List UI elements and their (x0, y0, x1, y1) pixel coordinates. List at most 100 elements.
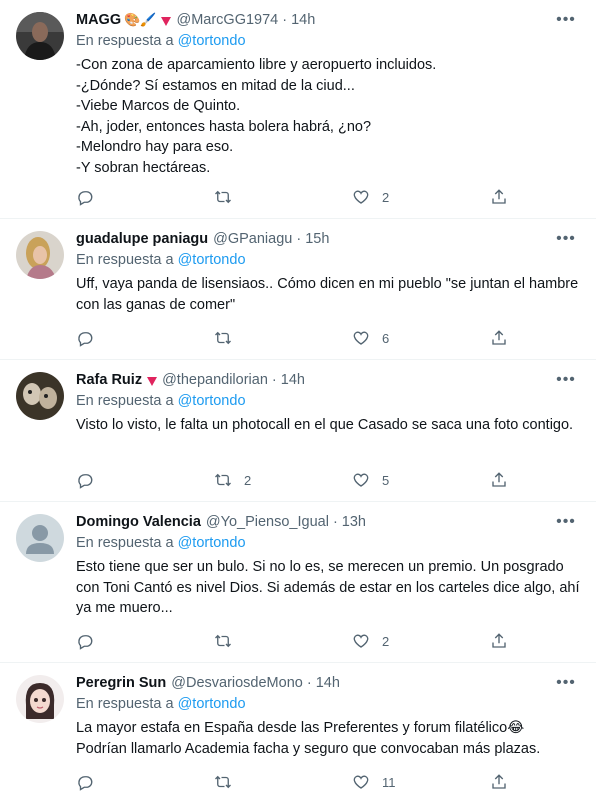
badge-icon (161, 16, 172, 26)
share-button[interactable] (490, 328, 508, 348)
reply-icon (78, 191, 93, 206)
reply-button[interactable] (76, 187, 214, 207)
separator-dot: · (296, 231, 302, 247)
share-button[interactable] (490, 187, 508, 207)
reply-prefix: En respuesta a (76, 535, 174, 551)
tweet-header: guadalupe paniagu @GPaniagu · 15h ••• (76, 229, 582, 249)
avatar[interactable] (16, 231, 64, 279)
share-icon (492, 774, 506, 789)
like-count: 11 (382, 774, 396, 790)
reply-to-link[interactable]: @tortondo (178, 535, 246, 551)
tweet[interactable]: MAGG 🎨🖌️ @MarcGG1974 · 14h ••• En respue… (0, 0, 596, 219)
display-name[interactable]: Rafa Ruiz (76, 372, 142, 388)
retweet-button[interactable] (214, 772, 352, 792)
like-button[interactable]: 5 (352, 470, 490, 490)
reply-context: En respuesta a @tortondo (76, 696, 582, 716)
timestamp[interactable]: 14h (291, 12, 315, 28)
more-icon[interactable]: ••• (554, 229, 578, 249)
like-button[interactable]: 2 (352, 187, 490, 207)
heart-icon (353, 190, 369, 204)
avatar[interactable] (16, 675, 64, 723)
tweet[interactable]: Domingo Valencia @Yo_Pienso_Igual · 13h … (0, 502, 596, 663)
reply-icon (78, 776, 93, 791)
tweet[interactable]: Peregrin Sun @DesvariosdeMono · 14h ••• … (0, 663, 596, 797)
user-handle[interactable]: @MarcGG1974 (176, 12, 278, 28)
timestamp[interactable]: 15h (305, 231, 329, 247)
display-name[interactable]: guadalupe paniagu (76, 231, 208, 247)
more-icon[interactable]: ••• (554, 512, 578, 532)
heart-icon (353, 775, 369, 789)
tweet-actions: 2 (76, 187, 582, 207)
tweet-actions: 2 5 (76, 470, 582, 490)
share-icon (492, 633, 506, 648)
like-count: 2 (382, 189, 390, 205)
heart-icon (353, 634, 369, 648)
retweet-icon (215, 331, 231, 345)
separator-dot: · (332, 514, 338, 530)
reply-button[interactable] (76, 631, 214, 651)
tweet[interactable]: guadalupe paniagu @GPaniagu · 15h ••• En… (0, 219, 596, 360)
like-count: 5 (382, 472, 390, 488)
reply-to-link[interactable]: @tortondo (178, 393, 246, 409)
display-name[interactable]: MAGG (76, 12, 121, 28)
avatar-image (16, 372, 64, 420)
user-handle[interactable]: @thepandilorian (162, 372, 268, 388)
share-button[interactable] (490, 470, 508, 490)
share-button[interactable] (490, 772, 508, 792)
like-button[interactable]: 6 (352, 328, 490, 348)
tweet-header: Peregrin Sun @DesvariosdeMono · 14h ••• (76, 673, 582, 693)
tweet-actions: 2 (76, 631, 582, 651)
reply-to-link[interactable]: @tortondo (178, 252, 246, 268)
share-icon (492, 472, 506, 487)
reply-to-link[interactable]: @tortondo (178, 696, 246, 712)
retweet-button[interactable] (214, 328, 352, 348)
retweet-icon (215, 634, 231, 648)
reply-button[interactable] (76, 328, 214, 348)
timestamp[interactable]: 14h (281, 372, 305, 388)
badge-icon (147, 376, 158, 386)
retweet-button[interactable] (214, 187, 352, 207)
reply-prefix: En respuesta a (76, 696, 174, 712)
user-handle[interactable]: @GPaniagu (213, 231, 292, 247)
retweet-button[interactable] (214, 631, 352, 651)
tweet-text: Visto lo visto, le falta un photocall en… (76, 417, 574, 433)
separator-dot: · (271, 372, 277, 388)
like-count: 6 (382, 330, 390, 346)
display-name[interactable]: Peregrin Sun (76, 675, 166, 691)
reply-button[interactable] (76, 772, 214, 792)
display-name[interactable]: Domingo Valencia (76, 514, 201, 530)
more-icon[interactable]: ••• (554, 10, 578, 30)
retweet-button[interactable]: 2 (214, 470, 352, 490)
avatar-image (16, 12, 64, 60)
reply-button[interactable] (76, 470, 214, 490)
tweet[interactable]: Rafa Ruiz @thepandilorian · 14h ••• En r… (0, 360, 596, 502)
more-icon[interactable]: ••• (554, 370, 578, 390)
tweet-text: Esto tiene que ser un bulo. Si no lo es,… (76, 559, 580, 616)
avatar[interactable] (16, 12, 64, 60)
retweet-icon (215, 775, 231, 789)
reply-to-link[interactable]: @tortondo (178, 33, 246, 49)
share-icon (492, 330, 506, 345)
more-icon[interactable]: ••• (554, 673, 578, 693)
user-handle[interactable]: @Yo_Pienso_Igual (206, 514, 329, 530)
timestamp[interactable]: 13h (342, 514, 366, 530)
heart-icon (353, 331, 369, 345)
timestamp[interactable]: 14h (316, 675, 340, 691)
avatar[interactable] (16, 372, 64, 420)
avatar[interactable] (16, 514, 64, 562)
separator-dot: · (282, 12, 288, 28)
user-handle[interactable]: @DesvariosdeMono (171, 675, 303, 691)
retweet-count: 2 (244, 472, 252, 488)
reply-prefix: En respuesta a (76, 252, 174, 268)
share-button[interactable] (490, 631, 508, 651)
share-icon (492, 189, 506, 204)
replies-feed: MAGG 🎨🖌️ @MarcGG1974 · 14h ••• En respue… (0, 0, 596, 797)
like-button[interactable]: 2 (352, 631, 490, 651)
like-button[interactable]: 11 (352, 772, 490, 792)
avatar-image (16, 231, 64, 279)
tweet-text: La mayor estafa en España desde las Pref… (76, 720, 541, 757)
tweet-text: -Con zona de aparcamiento libre y aeropu… (76, 57, 437, 176)
avatar-image (16, 675, 64, 723)
reply-icon (78, 474, 93, 489)
tweet-header: Domingo Valencia @Yo_Pienso_Igual · 13h … (76, 512, 582, 532)
